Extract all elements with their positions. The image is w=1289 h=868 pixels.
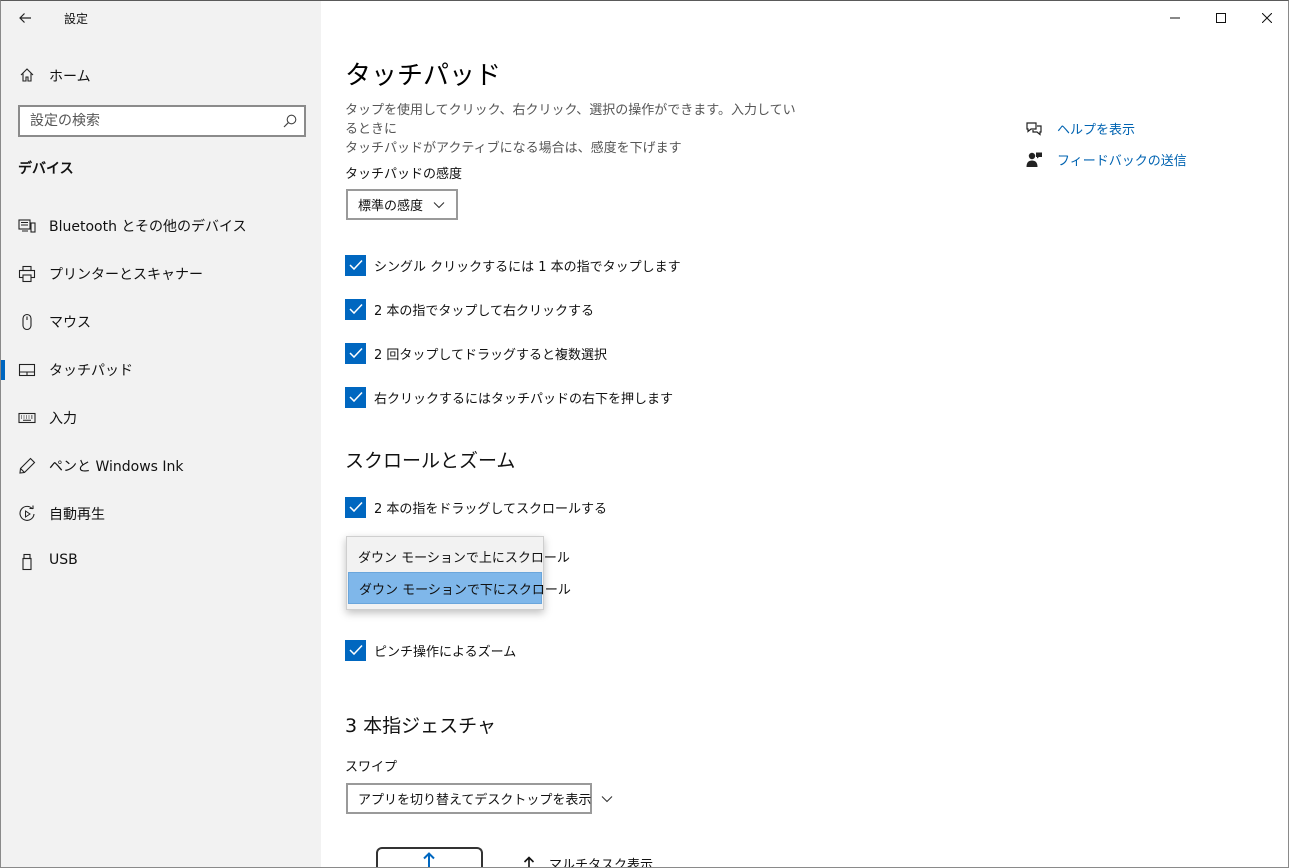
chevron-down-icon [601, 795, 613, 803]
back-button[interactable] [9, 3, 41, 33]
send-feedback-link[interactable]: フィードバックの送信 [1025, 150, 1187, 169]
sensitivity-dropdown[interactable]: 標準の感度 [346, 189, 458, 220]
sidebar-item-bluetooth[interactable]: Bluetooth とその他のデバイス [1, 206, 321, 246]
touchpad-icon [18, 361, 36, 379]
checkmark-icon [348, 501, 363, 513]
section-title-devices: デバイス [18, 161, 74, 177]
usb-icon [18, 553, 36, 571]
home-icon [18, 66, 36, 84]
minimize-icon [1170, 17, 1180, 19]
sidebar-item-label: 入力 [49, 411, 77, 427]
maximize-button[interactable] [1198, 1, 1244, 35]
sidebar-item-autoplay[interactable]: 自動再生 [1, 494, 321, 534]
search-input[interactable] [20, 107, 276, 135]
sensitivity-label: タッチパッドの感度 [345, 167, 463, 182]
single-tap-click-option[interactable]: シングル クリックするには 1 本の指でタップします [345, 254, 681, 276]
bluetooth-devices-icon [18, 217, 36, 235]
sidebar-item-mouse[interactable]: マウス [1, 302, 321, 342]
sidebar-item-label: Bluetooth とその他のデバイス [49, 219, 247, 235]
scroll-direction-dropdown-menu: ダウン モーションで上にスクロール ダウン モーションで下にスクロール [346, 536, 571, 610]
checkbox-label: 2 本の指でタップして右クリックする [374, 303, 595, 319]
search-box[interactable] [18, 105, 306, 137]
pinch-zoom-option[interactable]: ピンチ操作によるズーム [345, 639, 516, 661]
swipe-label: スワイプ [345, 760, 398, 775]
bottom-right-right-click-option[interactable]: 右クリックするにはタッチパッドの右下を押します [345, 386, 673, 408]
search-icon[interactable] [282, 113, 298, 129]
arrow-up-icon [523, 855, 535, 867]
sensitivity-value: 標準の感度 [358, 199, 424, 214]
sidebar-item-label: プリンターとスキャナー [49, 267, 203, 283]
printer-icon [18, 265, 36, 283]
title-bar: 設定 [1, 1, 321, 35]
home-label: ホーム [49, 69, 91, 85]
arrow-up-icon [423, 852, 435, 867]
show-help-link[interactable]: ヘルプを表示 [1025, 119, 1135, 138]
checkmark-icon [348, 347, 363, 359]
sidebar-item-label: マウス [49, 315, 91, 331]
page-description: タップを使用してクリック、右クリック、選択の操作ができます。入力しているときに … [345, 101, 805, 158]
gesture-up-item: マルチタスク表示 [523, 854, 654, 868]
maximize-icon [1216, 13, 1226, 23]
autoplay-icon [18, 505, 36, 523]
checkbox-label: 右クリックするにはタッチパッドの右下を押します [374, 391, 674, 407]
settings-window: 設定 ホーム デバイス [0, 0, 1289, 868]
sidebar: 設定 ホーム デバイス [1, 1, 321, 867]
swipe-dropdown[interactable]: アプリを切り替えてデスクトップを表示 [346, 783, 613, 814]
scroll-zoom-heading: スクロールとズーム [345, 450, 516, 472]
checkmark-icon [348, 259, 363, 271]
gesture-up-label: マルチタスク表示 [549, 858, 654, 868]
checkmark-icon [348, 391, 363, 403]
checkbox-label: 2 回タップしてドラッグすると複数選択 [374, 347, 608, 363]
two-finger-tap-right-click-option[interactable]: 2 本の指でタップして右クリックする [345, 298, 594, 320]
checkbox-checked[interactable] [345, 639, 366, 661]
app-title: 設定 [64, 12, 89, 26]
keyboard-icon [18, 409, 36, 427]
sidebar-item-label: ペンと Windows Ink [49, 459, 184, 475]
checkbox-checked[interactable] [345, 298, 366, 320]
pen-icon [18, 457, 36, 475]
checkbox-checked[interactable] [345, 496, 366, 518]
three-finger-heading: 3 本指ジェスチャ [345, 715, 496, 737]
checkmark-icon [348, 644, 363, 656]
sidebar-item-label: USB [49, 552, 78, 568]
checkbox-label: ピンチ操作によるズーム [374, 644, 517, 660]
checkbox-label: 2 本の指をドラッグしてスクロールする [374, 501, 608, 517]
sidebar-item-typing[interactable]: 入力 [1, 398, 321, 438]
feedback-person-icon [1025, 151, 1043, 169]
back-arrow-icon [19, 13, 31, 23]
show-help-text[interactable]: ヘルプを表示 [1057, 119, 1135, 138]
gesture-illustration [376, 847, 483, 867]
close-icon [1262, 13, 1272, 23]
scroll-direction-option-down[interactable]: ダウン モーションで下にスクロール [348, 572, 571, 604]
double-tap-drag-option[interactable]: 2 回タップしてドラッグすると複数選択 [345, 342, 607, 364]
page-title: タッチパッド [345, 61, 502, 91]
minimize-button[interactable] [1152, 1, 1198, 35]
chevron-down-icon [433, 201, 445, 209]
help-chat-icon [1025, 120, 1043, 138]
two-finger-scroll-option[interactable]: 2 本の指をドラッグしてスクロールする [345, 496, 607, 518]
swipe-value: アプリを切り替えてデスクトップを表示 [358, 793, 592, 808]
sidebar-item-label: 自動再生 [49, 507, 105, 523]
main-content: タッチパッド タップを使用してクリック、右クリック、選択の操作ができます。入力し… [321, 1, 1288, 868]
checkmark-icon [348, 303, 363, 315]
sidebar-item-pen[interactable]: ペンと Windows Ink [1, 446, 321, 486]
close-button[interactable] [1244, 1, 1288, 35]
description-line-1: タップを使用してクリック、右クリック、選択の操作ができます。入力しているときに [345, 103, 796, 137]
checkbox-checked[interactable] [345, 342, 366, 364]
sidebar-item-touchpad[interactable]: タッチパッド [1, 350, 321, 390]
checkbox-label: シングル クリックするには 1 本の指でタップします [374, 259, 681, 275]
sidebar-item-label: タッチパッド [49, 363, 133, 379]
home-nav-item[interactable]: ホーム [1, 57, 321, 93]
sidebar-item-usb[interactable]: USB [1, 542, 321, 582]
send-feedback-text[interactable]: フィードバックの送信 [1057, 150, 1187, 169]
description-line-2: タッチパッドがアクティブになる場合は、感度を下げます [345, 141, 682, 156]
sidebar-item-printers[interactable]: プリンターとスキャナー [1, 254, 321, 294]
window-controls [1152, 1, 1288, 35]
checkbox-checked[interactable] [345, 254, 366, 276]
checkbox-checked[interactable] [345, 386, 366, 408]
scroll-direction-option-up[interactable]: ダウン モーションで上にスクロール [348, 540, 570, 572]
mouse-icon [18, 313, 36, 331]
